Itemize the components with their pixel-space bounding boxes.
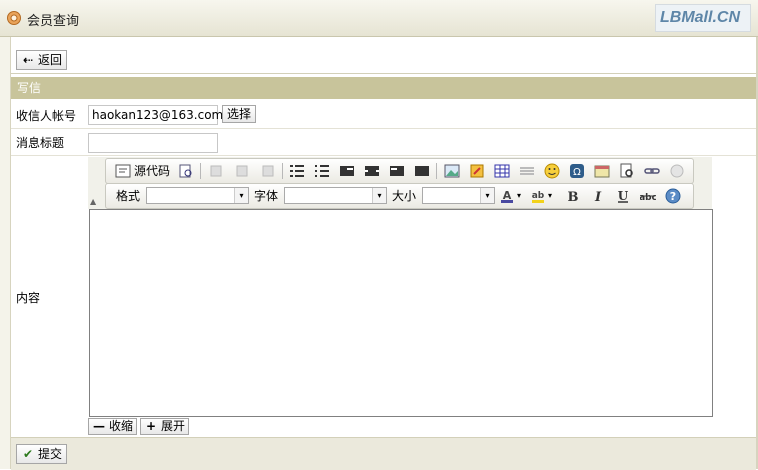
recipient-input[interactable]: haokan123@163.com <box>88 105 223 125</box>
strikethrough-icon[interactable]: abc <box>640 188 656 204</box>
submit-bar: ✔ 提交 <box>11 437 756 470</box>
recipient-row: 收信人帐号 haokan123@163.com 选择 <box>11 101 756 129</box>
choose-button[interactable]: 选择 <box>222 105 257 123</box>
font-label: 字体 <box>254 189 279 203</box>
insert-flash-icon[interactable] <box>469 163 485 179</box>
back-arrow-icon: ⇠ <box>22 53 34 67</box>
svg-text:U: U <box>618 189 629 203</box>
format-select[interactable]: ▾ <box>146 187 249 204</box>
bold-icon[interactable]: B <box>565 188 581 204</box>
recipient-label: 收信人帐号 <box>16 109 77 123</box>
copy-icon[interactable] <box>234 163 250 179</box>
insert-date-icon[interactable] <box>594 163 610 179</box>
toolbar-row-2: 格式 ▾ 字体 ▾ 大小 ▾ A ▾ ab ▾ B I U abc ? <box>105 183 694 209</box>
source-code-icon <box>115 164 131 178</box>
svg-text:?: ? <box>670 190 676 203</box>
shrink-button-label: 收缩 <box>109 419 134 433</box>
left-rail <box>0 37 11 469</box>
italic-icon[interactable]: I <box>590 188 606 204</box>
insert-image-icon[interactable] <box>444 163 460 179</box>
minus-icon: — <box>93 419 105 433</box>
text-color-icon[interactable]: A <box>500 188 516 204</box>
preview-icon[interactable] <box>178 163 194 179</box>
special-char-icon[interactable]: Ω <box>569 163 585 179</box>
size-label: 大小 <box>392 189 417 203</box>
chevron-down-icon: ▾ <box>480 188 494 203</box>
submit-button-label: 提交 <box>38 447 63 461</box>
insert-table-icon[interactable] <box>494 163 510 179</box>
rich-text-editor: ▲ 源代码 Ω 格式 ▾ 字体 ▾ 大小 ▾ A ▾ ab ▾ B I U ab… <box>88 157 713 417</box>
emoticon-icon[interactable] <box>544 163 560 179</box>
svg-text:B: B <box>568 190 579 204</box>
back-button[interactable]: ⇠ 返回 <box>16 50 68 70</box>
back-button-label: 返回 <box>38 53 63 67</box>
editor-toolbar: ▲ 源代码 Ω 格式 ▾ 字体 ▾ 大小 ▾ A ▾ ab ▾ B I U ab… <box>88 157 712 209</box>
align-left-icon[interactable] <box>339 163 355 179</box>
toolbar-separator <box>200 163 201 179</box>
editor-content-area[interactable] <box>89 209 713 417</box>
unordered-list-icon[interactable] <box>314 163 330 179</box>
expand-button-label: 展开 <box>161 419 186 433</box>
plus-icon: + <box>145 419 157 433</box>
find-icon[interactable] <box>619 163 635 179</box>
justify-icon[interactable] <box>414 163 430 179</box>
window-title-bar: 会员查询 LBMall.CN <box>0 0 758 37</box>
cut-icon[interactable] <box>208 163 224 179</box>
svg-text:abc: abc <box>640 193 656 203</box>
svg-text:ab: ab <box>532 191 545 201</box>
font-select[interactable]: ▾ <box>284 187 387 204</box>
svg-text:Ω: Ω <box>573 167 581 178</box>
subject-row: 消息标题 <box>11 129 756 156</box>
subject-label: 消息标题 <box>16 136 65 150</box>
section-header: 写信 <box>11 77 756 99</box>
window-title: 会员查询 <box>27 14 80 29</box>
format-label: 格式 <box>116 189 141 203</box>
toolbar-separator <box>436 163 437 179</box>
site-logo-text: LBMall.CN <box>660 9 740 26</box>
help-icon[interactable]: ? <box>665 188 681 204</box>
chevron-down-icon: ▾ <box>234 188 248 203</box>
toolbar-collapse-icon[interactable]: ▲ <box>90 197 96 206</box>
svg-text:I: I <box>594 190 602 204</box>
align-right-icon[interactable] <box>389 163 405 179</box>
ordered-list-icon[interactable] <box>289 163 305 179</box>
underline-icon[interactable]: U <box>615 188 631 204</box>
size-select[interactable]: ▾ <box>422 187 495 204</box>
link-icon[interactable] <box>644 163 660 179</box>
content-label: 内容 <box>16 291 41 305</box>
highlight-color-icon[interactable]: ab <box>531 188 547 204</box>
site-logo: LBMall.CN <box>655 4 751 32</box>
subject-input[interactable] <box>88 133 218 153</box>
expand-button[interactable]: + 展开 <box>140 418 190 435</box>
gear-icon <box>7 11 21 25</box>
toolbar-separator <box>282 163 283 179</box>
align-center-icon[interactable] <box>364 163 380 179</box>
highlight-color-dropdown-icon[interactable]: ▾ <box>548 188 552 204</box>
back-row: ⇠ 返回 <box>11 45 756 74</box>
horizontal-rule-icon[interactable] <box>519 163 535 179</box>
submit-button[interactable]: ✔ 提交 <box>16 444 68 464</box>
check-icon: ✔ <box>22 447 34 461</box>
paste-icon[interactable] <box>260 163 276 179</box>
shrink-button[interactable]: — 收缩 <box>88 418 138 435</box>
source-code-button[interactable]: 源代码 <box>134 163 170 179</box>
toolbar-row-1: 源代码 Ω <box>105 158 694 184</box>
unlink-icon[interactable] <box>669 163 685 179</box>
chevron-down-icon: ▾ <box>372 188 386 203</box>
text-color-dropdown-icon[interactable]: ▾ <box>517 188 521 204</box>
